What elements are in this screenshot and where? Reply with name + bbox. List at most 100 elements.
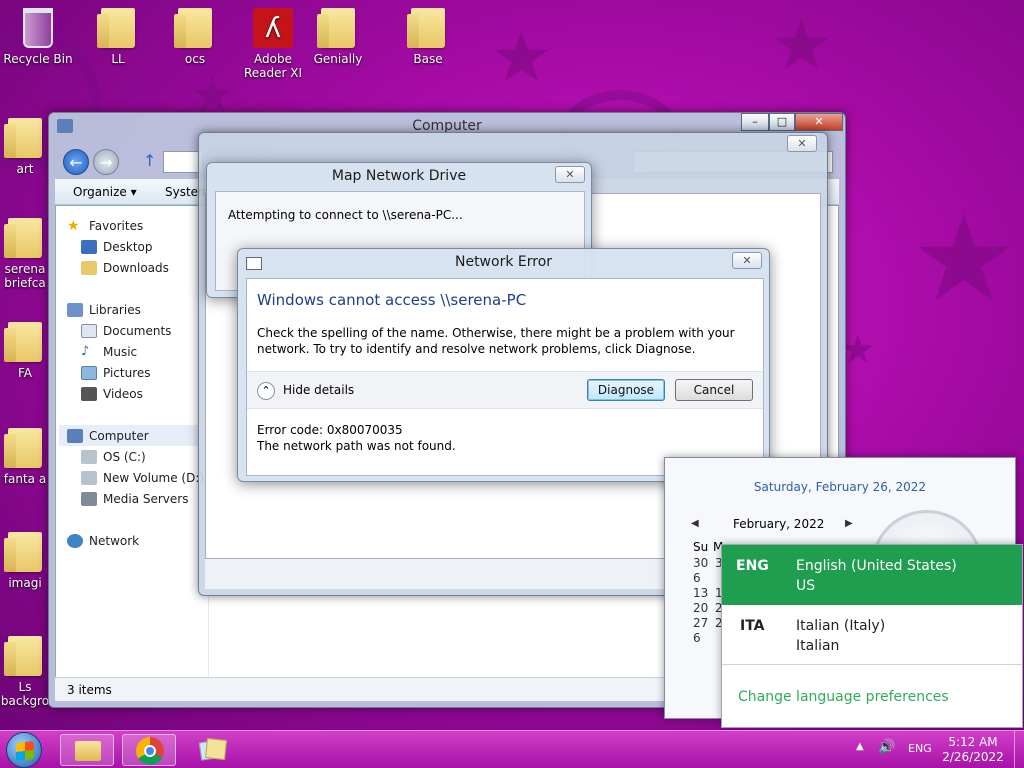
dialog-title: Network Error (454, 254, 553, 270)
nav-downloads[interactable]: Downloads (67, 257, 208, 278)
nav-pictures[interactable]: Pictures (67, 362, 208, 383)
folder-icon (97, 8, 135, 48)
folder-icon (4, 636, 42, 676)
folder-icon (317, 8, 355, 48)
desktop-icon-ls-background[interactable]: Ls backgro (0, 636, 50, 708)
network-error-dialog[interactable]: Network Error ✕ Windows cannot access \\… (237, 248, 770, 482)
videos-icon (81, 386, 97, 401)
star-decoration: ★ (910, 190, 1018, 329)
connecting-message: Attempting to connect to \\serena-PC... (228, 208, 463, 222)
taskbar: ▲ 🔊 ENG 5:12 AM 2/26/2022 (0, 730, 1024, 768)
drive-icon (81, 470, 97, 485)
cancel-button[interactable]: Cancel (675, 379, 753, 401)
nav-libraries[interactable]: Libraries (67, 299, 208, 320)
nav-os-c[interactable]: OS (C:) (67, 446, 208, 467)
desktop-icon-imagi[interactable]: imagi (0, 532, 50, 590)
show-desktop-button[interactable] (1014, 731, 1024, 768)
navigation-pane: ★ Favorites Desktop Downloads Libraries D… (49, 205, 209, 677)
desktop-icon-genially[interactable]: Genially (300, 8, 376, 66)
desktop-icon (81, 239, 97, 254)
nav-favorites[interactable]: ★ Favorites (67, 215, 208, 236)
calendar-next-icon[interactable]: ▶ (845, 518, 853, 529)
language-indicator[interactable]: ENG (908, 742, 932, 755)
nav-documents[interactable]: Documents (67, 320, 208, 341)
desktop-icon-recycle-bin[interactable]: Recycle Bin (0, 8, 76, 66)
error-code: Error code: 0x80070035 (257, 423, 403, 437)
folder-icon (4, 428, 42, 468)
calendar-prev-icon[interactable]: ◀ (691, 518, 699, 529)
calendar-day[interactable]: 20 (693, 601, 708, 616)
desktop-icon-serena-briefcase[interactable]: serena briefca (0, 218, 50, 290)
show-hidden-icons-button[interactable]: ▲ (856, 741, 864, 752)
folder-icon (407, 8, 445, 48)
recycle-bin-icon (23, 8, 53, 48)
forward-button[interactable]: → (93, 149, 119, 175)
folder-icon (4, 118, 42, 158)
calendar-day[interactable]: 30 (693, 556, 708, 571)
taskbar-clock[interactable]: 5:12 AM 2/26/2022 (938, 735, 1008, 765)
address-bar[interactable] (163, 151, 203, 173)
close-button[interactable]: ✕ (555, 166, 585, 183)
up-arrow-icon[interactable]: ↑ (143, 151, 156, 170)
nav-desktop[interactable]: Desktop (67, 236, 208, 257)
calendar-long-date[interactable]: Saturday, February 26, 2022 (665, 480, 1015, 494)
minimize-button[interactable]: – (741, 113, 769, 131)
nav-media-servers[interactable]: Media Servers (67, 488, 208, 509)
taskbar-explorer-button[interactable] (60, 734, 114, 766)
nav-new-volume-d[interactable]: New Volume (D:) (67, 467, 208, 488)
language-option-eng[interactable]: ENG English (United States) US (722, 545, 1022, 605)
star-decoration: ★ (770, 4, 833, 86)
desktop-icon-ll[interactable]: LL (80, 8, 156, 66)
desktop-icon-ocs[interactable]: ocs (157, 8, 233, 66)
pictures-icon (81, 365, 97, 380)
weekday-header: Su (693, 540, 709, 554)
folder-icon (4, 322, 42, 362)
dialog-title: Map Network Drive (331, 168, 467, 184)
folder-icon (174, 8, 212, 48)
maximize-button[interactable]: □ (769, 113, 795, 131)
adobe-reader-icon: ʎ (253, 8, 293, 48)
error-heading: Windows cannot access \\serena-PC (257, 291, 527, 309)
calendar-day[interactable]: 6 (693, 571, 708, 586)
organize-menu[interactable]: Organize ▾ (73, 185, 137, 199)
error-detail: The network path was not found. (257, 439, 456, 453)
language-option-ita[interactable]: ITA Italian (Italy) Italian (722, 605, 1022, 665)
desktop-icon-fa[interactable]: FA (0, 322, 50, 380)
nav-computer[interactable]: Computer (59, 425, 208, 446)
change-language-preferences-link[interactable]: Change language preferences (738, 689, 949, 705)
close-button[interactable]: ✕ (732, 252, 762, 269)
drive-icon (81, 449, 97, 464)
star-decoration: ★ (490, 16, 553, 98)
error-description: Check the spelling of the name. Otherwis… (257, 326, 735, 356)
computer-icon (67, 428, 83, 443)
documents-icon (81, 323, 97, 338)
calendar-month-label[interactable]: February, 2022 (733, 517, 824, 531)
language-menu[interactable]: ENG English (United States) US ITA Itali… (721, 544, 1023, 728)
folder-icon (4, 218, 42, 258)
close-button[interactable]: ✕ (795, 113, 843, 131)
desktop-icon-base[interactable]: Base (390, 8, 466, 66)
music-note-icon: ♪ (81, 343, 90, 359)
network-globe-icon (67, 533, 83, 548)
status-item-count: 3 items (67, 683, 112, 697)
star-icon: ★ (67, 217, 80, 234)
hide-details-toggle[interactable]: Hide details (283, 383, 354, 397)
back-button[interactable]: ← (63, 149, 89, 175)
volume-icon[interactable]: 🔊 (878, 739, 895, 755)
network-files-icon[interactable] (198, 737, 228, 763)
start-button[interactable] (6, 732, 42, 768)
desktop-icon-art[interactable]: art (0, 118, 50, 176)
nav-network[interactable]: Network (67, 530, 208, 551)
calendar-day[interactable]: 27 (693, 616, 708, 631)
calendar-day-column[interactable]: 30 6 13 20 27 6 (693, 556, 708, 646)
calendar-day[interactable]: 13 (693, 586, 708, 601)
close-button[interactable]: ✕ (787, 135, 817, 152)
nav-music[interactable]: ♪ Music (67, 341, 208, 362)
calendar-day[interactable]: 6 (693, 631, 708, 646)
taskbar-chrome-button[interactable] (122, 734, 176, 766)
nav-videos[interactable]: Videos (67, 383, 208, 404)
chevron-up-icon[interactable]: ⌃ (257, 382, 275, 400)
diagnose-button[interactable]: Diagnose (587, 379, 665, 401)
desktop-icon-fanta[interactable]: fanta a (0, 428, 50, 486)
explorer-folder-icon (75, 741, 101, 761)
